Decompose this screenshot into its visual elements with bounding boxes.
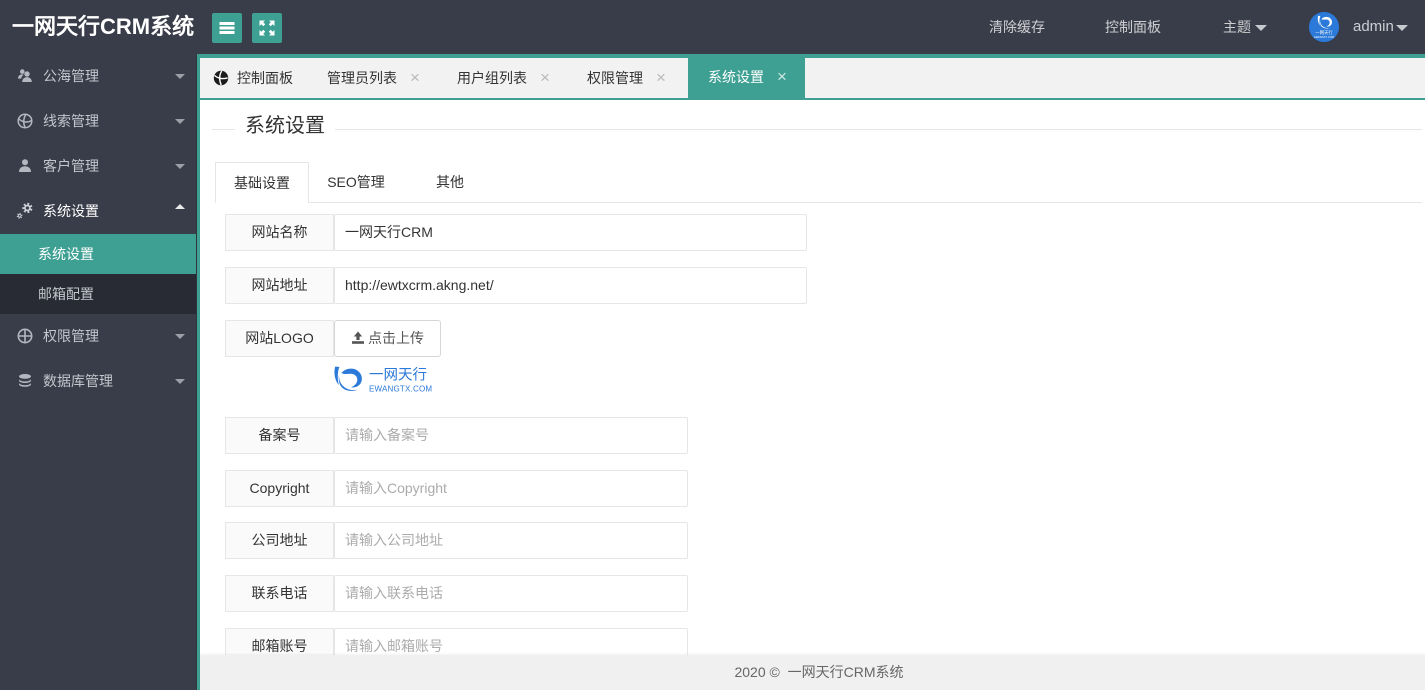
svg-text:EWANGTX.COM: EWANGTX.COM (369, 385, 432, 394)
svg-text:一网天行: 一网天行 (1315, 29, 1333, 36)
svg-text:一网天行: 一网天行 (369, 367, 427, 384)
svg-text:EWANGTX.COM: EWANGTX.COM (1314, 35, 1334, 39)
